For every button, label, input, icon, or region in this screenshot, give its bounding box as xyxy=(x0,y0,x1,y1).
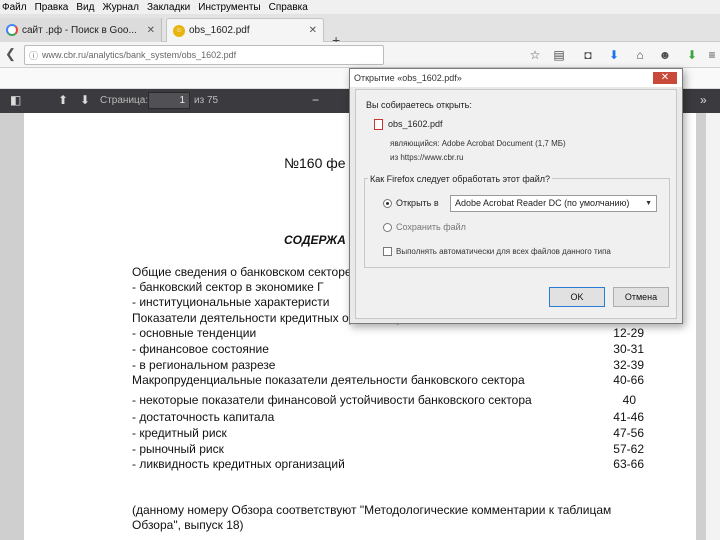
bookmark-star-icon[interactable]: ☆ xyxy=(527,47,543,63)
toc-line: - достаточность капитала xyxy=(132,410,275,424)
reading-list-icon[interactable]: ▤ xyxy=(551,47,567,63)
google-favicon-icon xyxy=(6,24,18,36)
pdf-file-icon xyxy=(374,119,383,130)
toc-line: - кредитный риск xyxy=(132,426,227,440)
dialog-file-source: из https://www.cbr.ru xyxy=(390,153,464,162)
toc-line: - рыночный риск xyxy=(132,442,224,456)
cancel-button[interactable]: Отмена xyxy=(613,287,669,307)
toc-line: - ликвидность кредитных организаций xyxy=(132,457,345,471)
tab-title: сайт .рф - Поиск в Goo... xyxy=(22,24,137,36)
toc-page-number: 40 xyxy=(622,393,636,407)
toc-line: - основные тенденции xyxy=(132,326,257,340)
auto-action-label[interactable]: Выполнять автоматически для всех файлов … xyxy=(396,247,611,256)
toc-page-number: 41-46 xyxy=(613,410,644,424)
application-select-value: Adobe Acrobat Reader DC (по умолчанию) xyxy=(455,198,630,208)
tab-title: obs_1602.pdf xyxy=(189,25,250,36)
menu-edit[interactable]: Правка xyxy=(35,2,69,13)
url-text: www.cbr.ru/analytics/bank_system/obs_160… xyxy=(42,50,237,60)
toc-page-number: 30-31 xyxy=(613,342,644,356)
home-icon[interactable]: ⌂ xyxy=(632,47,648,63)
page-label: Страница: xyxy=(100,95,149,106)
footnote-line: (данному номеру Обзора соответствуют "Ме… xyxy=(132,503,612,517)
dialog-body: Вы собираетесь открыть: obs_1602.pdf явл… xyxy=(355,89,677,319)
dialog-title: Открытие «obs_1602.pdf» xyxy=(350,69,682,87)
toc-line: Общие сведения о банковском секторе xyxy=(132,265,352,279)
download-arrow-icon[interactable]: ⬇ xyxy=(684,47,700,63)
ok-button[interactable]: OK xyxy=(549,287,605,307)
toc-line: - банковский сектор в экономике Г xyxy=(132,280,324,294)
toc-line: - финансовое состояние xyxy=(132,342,269,356)
site-info-icon[interactable]: ⓘ xyxy=(29,49,38,62)
zoom-out-icon[interactable]: − xyxy=(312,93,319,107)
menu-tools[interactable]: Инструменты xyxy=(198,2,260,13)
tab-google-search[interactable]: сайт .рф - Поиск в Goo... ✕ xyxy=(0,18,162,42)
open-with-label[interactable]: Открыть в xyxy=(396,198,439,208)
download-icon[interactable]: ⬇ xyxy=(606,47,622,63)
close-tab-icon[interactable]: ✕ xyxy=(147,25,155,36)
extension-icon[interactable]: ☻ xyxy=(657,47,673,63)
dialog-intro: Вы собираетесь открыть: xyxy=(366,100,472,110)
save-file-label[interactable]: Сохранить файл xyxy=(396,222,466,232)
dialog-file-type: являющийся: Adobe Acrobat Document (1,7 … xyxy=(390,139,566,148)
previous-page-icon[interactable]: ⬆ xyxy=(58,93,68,107)
open-with-radio[interactable] xyxy=(383,199,392,208)
open-file-dialog: Открытие «obs_1602.pdf» ✕ Вы собираетесь… xyxy=(349,68,683,324)
page-number-input[interactable]: 1 xyxy=(148,92,190,109)
address-bar[interactable]: ⓘ www.cbr.ru/analytics/bank_system/obs_1… xyxy=(24,45,384,65)
toc-page-number: 40-66 xyxy=(613,373,644,387)
page-count: из 75 xyxy=(194,95,219,106)
sidebar-toggle-icon[interactable]: ◧ xyxy=(10,93,21,107)
menu-file[interactable]: Файл xyxy=(2,2,27,13)
tab-strip: сайт .рф - Поиск в Goo... ✕ ☺ obs_1602.p… xyxy=(0,14,720,48)
dialog-close-icon[interactable]: ✕ xyxy=(653,72,677,84)
toc-page-number: 63-66 xyxy=(613,457,644,471)
menu-history[interactable]: Журнал xyxy=(102,2,139,13)
document-subtitle: СОДЕРЖА xyxy=(284,233,346,247)
menu-bar: Файл Правка Вид Журнал Закладки Инструме… xyxy=(0,0,720,14)
chevron-down-icon: ▼ xyxy=(645,200,652,207)
back-icon[interactable]: ❮ xyxy=(5,46,16,62)
close-tab-icon[interactable]: ✕ xyxy=(309,25,317,36)
toc-page-number: 47-56 xyxy=(613,426,644,440)
toc-line: - некоторые показатели финансовой устойч… xyxy=(132,393,532,407)
dialog-filename: obs_1602.pdf xyxy=(388,119,443,129)
dialog-question: Как Firefox следует обработать этот файл… xyxy=(368,174,553,184)
menu-help[interactable]: Справка xyxy=(269,2,308,13)
toc-line: - в региональном разрезе xyxy=(132,358,276,372)
save-file-radio[interactable] xyxy=(383,223,392,232)
document-title: №160 фе xyxy=(284,155,346,171)
toc-line: Макропруденциальные показатели деятельно… xyxy=(132,373,525,387)
pocket-icon[interactable]: ◘ xyxy=(580,47,596,63)
auto-action-checkbox[interactable] xyxy=(383,247,392,256)
next-page-icon[interactable]: ⬇ xyxy=(80,93,90,107)
menu-view[interactable]: Вид xyxy=(76,2,94,13)
tab-pdf[interactable]: ☺ obs_1602.pdf ✕ xyxy=(166,18,324,42)
menu-bookmarks[interactable]: Закладки xyxy=(147,2,190,13)
menu-icon[interactable]: ≡ xyxy=(704,47,720,63)
navigation-bar: ❮ ⓘ www.cbr.ru/analytics/bank_system/obs… xyxy=(0,42,720,68)
toc-page-number: 57-62 xyxy=(613,442,644,456)
pdf-favicon-icon: ☺ xyxy=(173,24,185,37)
footnote-line: Обзора", выпуск 18) xyxy=(132,518,244,532)
application-select[interactable]: Adobe Acrobat Reader DC (по умолчанию) ▼ xyxy=(450,195,657,212)
toc-page-number: 12-29 xyxy=(613,326,644,340)
tools-icon[interactable]: » xyxy=(700,93,707,107)
document-scrollbar[interactable] xyxy=(706,113,720,540)
toc-line: - институциональные характеристи xyxy=(132,295,330,309)
browser-window: Файл Правка Вид Журнал Закладки Инструме… xyxy=(0,0,720,540)
toc-page-number: 32-39 xyxy=(613,358,644,372)
